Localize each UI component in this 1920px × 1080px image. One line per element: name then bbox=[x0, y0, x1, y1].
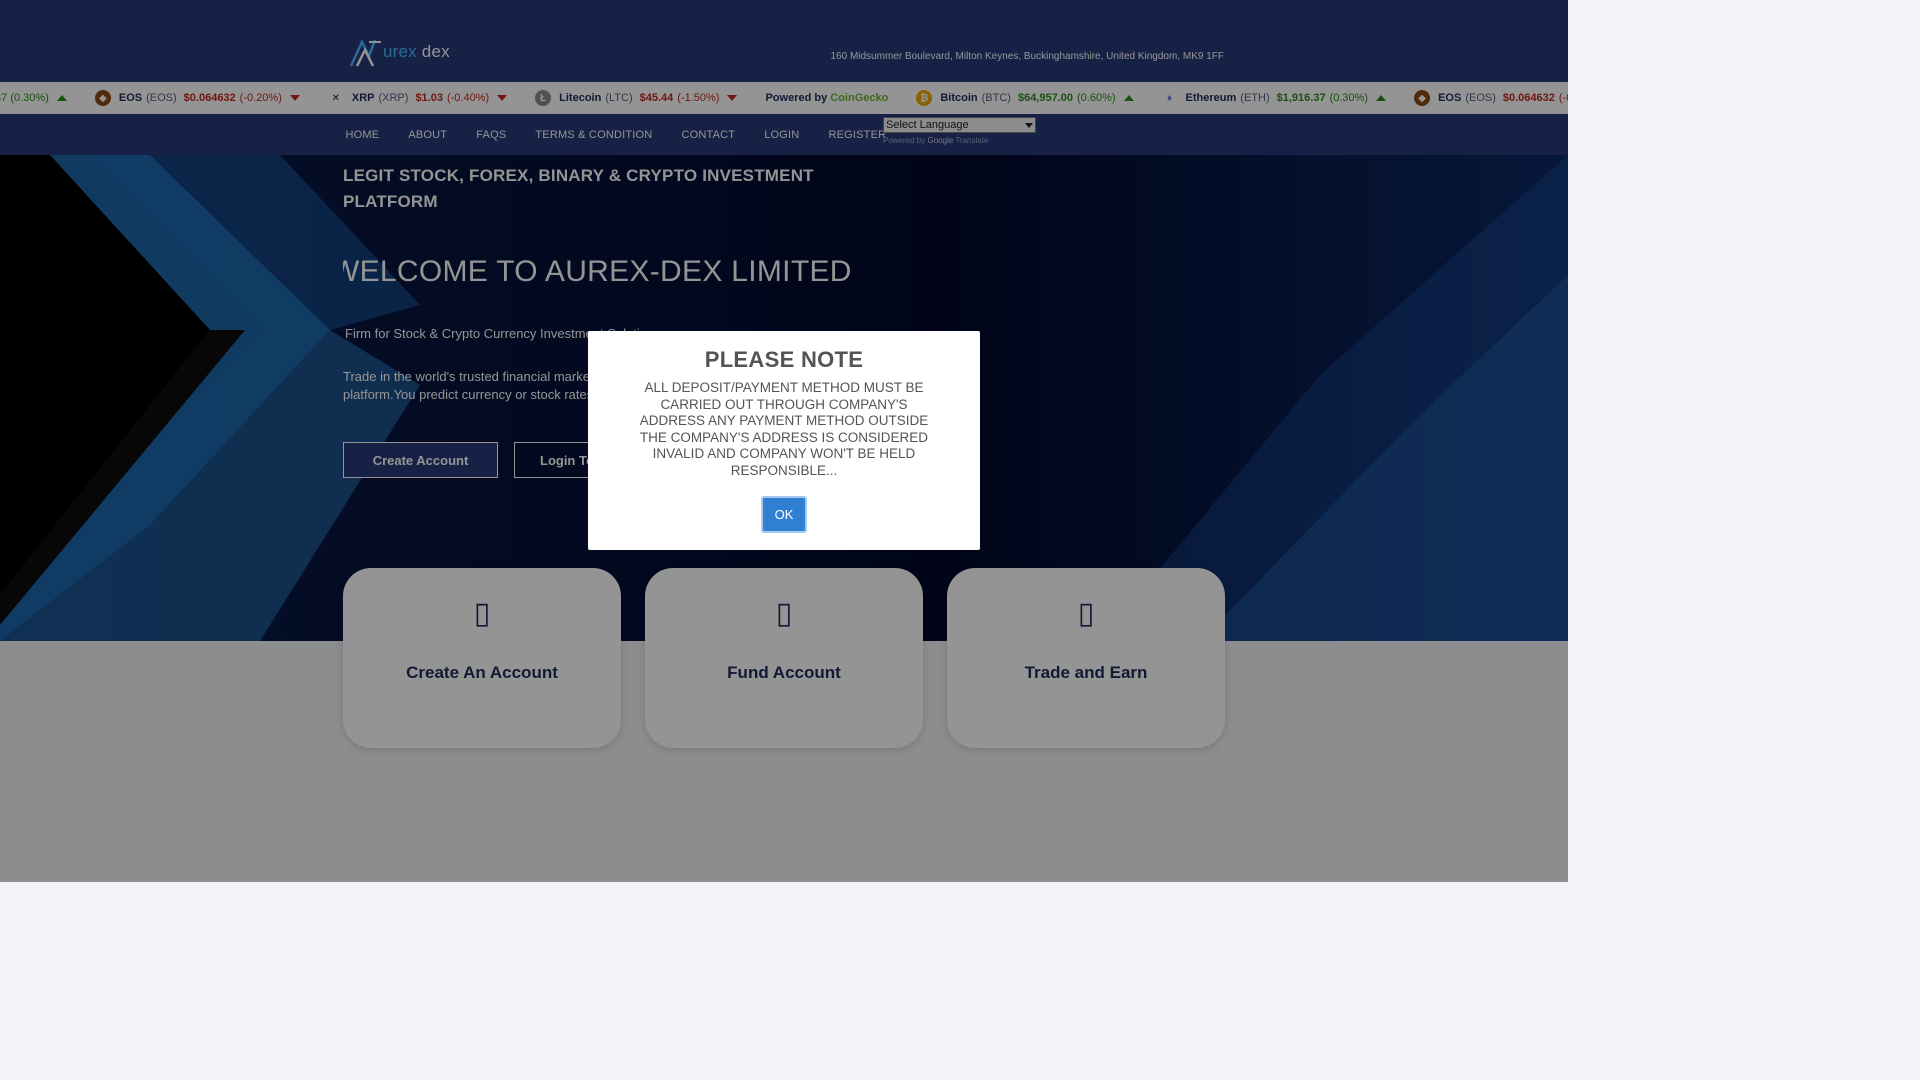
modal-body: ALL DEPOSIT/PAYMENT METHOD MUST BE CARRI… bbox=[639, 380, 929, 478]
ok-button[interactable]: OK bbox=[761, 496, 807, 533]
modal-title: PLEASE NOTE bbox=[704, 347, 864, 372]
